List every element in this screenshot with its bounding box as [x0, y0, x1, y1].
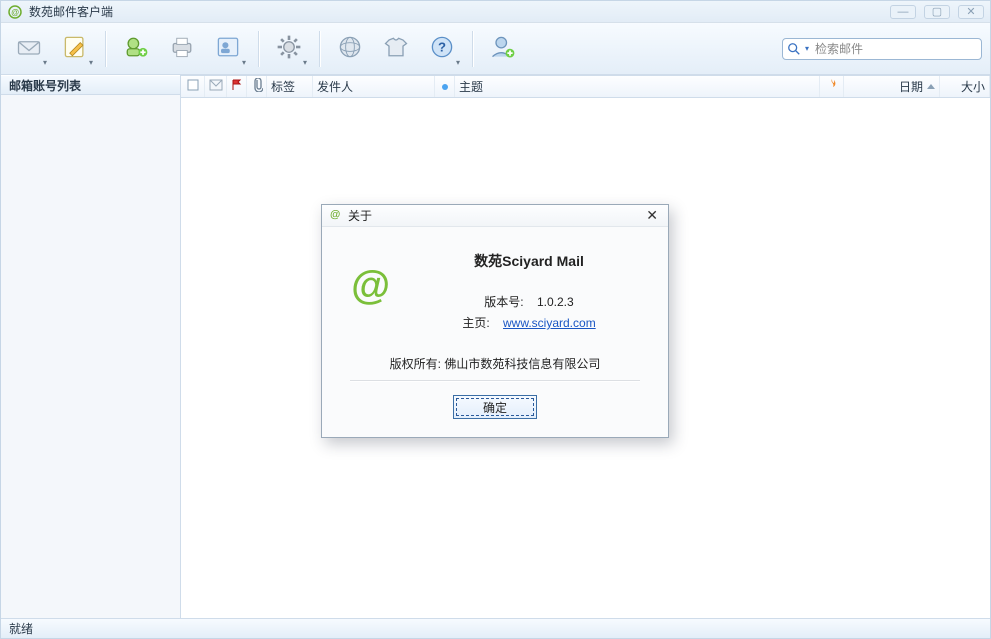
toolbar-separator: [319, 31, 320, 67]
dot-icon: [441, 80, 449, 94]
help-button[interactable]: ? ▾: [422, 29, 462, 69]
fetch-mail-button[interactable]: ▾: [9, 29, 49, 69]
tshirt-icon: [382, 33, 410, 64]
app-window: @ 数苑邮件客户端 — ▢ ✕ ▾ ▾: [0, 0, 991, 639]
fire-icon: [826, 78, 838, 95]
maximize-button[interactable]: ▢: [924, 5, 950, 19]
about-ok-button[interactable]: 确定: [453, 395, 537, 419]
help-icon: ?: [428, 33, 456, 64]
print-icon: [168, 33, 196, 64]
titlebar: @ 数苑邮件客户端 — ▢ ✕: [1, 1, 990, 23]
toolbar-separator: [258, 31, 259, 67]
gear-icon: [275, 33, 303, 64]
print-button[interactable]: [162, 29, 202, 69]
user-button[interactable]: [483, 29, 523, 69]
minimize-button[interactable]: —: [890, 5, 916, 19]
dialog-at-icon: @: [328, 207, 342, 224]
toolbar: ▾ ▾ ▾: [1, 23, 990, 75]
status-text: 就绪: [9, 620, 33, 637]
col-dot[interactable]: [435, 76, 455, 97]
sidebar: 邮箱账号列表: [1, 75, 181, 620]
sort-asc-icon: [927, 84, 935, 89]
add-account-icon: [122, 33, 150, 64]
about-copyright: 版权所有: 佛山市数苑科技信息有限公司: [346, 355, 644, 372]
toolbar-separator: [472, 31, 473, 67]
about-homepage-link[interactable]: www.sciyard.com: [503, 316, 596, 330]
about-product-name: 数苑Sciyard Mail: [414, 251, 644, 271]
dialog-titlebar: @ 关于 ✕: [322, 205, 668, 227]
search-input[interactable]: [813, 41, 977, 57]
sidebar-header: 邮箱账号列表: [1, 75, 180, 95]
col-flag[interactable]: [227, 76, 247, 97]
flag-icon: [231, 79, 243, 94]
svg-text:?: ?: [438, 39, 446, 54]
svg-text:@: @: [330, 209, 340, 221]
column-headers: 标签 发件人 主题 日期 大小: [181, 76, 990, 98]
col-date[interactable]: 日期: [844, 76, 940, 97]
mail-receive-icon: [15, 33, 43, 64]
about-version-label: 版本号:: [484, 293, 523, 310]
about-at-logo: @: [346, 263, 394, 311]
globe-icon: [336, 33, 364, 64]
about-dialog: @ 关于 ✕ @ 数苑Sciyard Mail 版本号: 1.0.2.3 主页:: [321, 204, 669, 438]
col-label[interactable]: 标签: [267, 76, 313, 97]
close-button[interactable]: ✕: [958, 5, 984, 19]
envelope-icon: [209, 79, 223, 94]
dialog-separator: [350, 380, 640, 381]
dialog-body: @ 数苑Sciyard Mail 版本号: 1.0.2.3 主页: www.sc…: [322, 227, 668, 437]
contacts-button[interactable]: ▾: [208, 29, 248, 69]
settings-button[interactable]: ▾: [269, 29, 309, 69]
about-version-value: 1.0.2.3: [537, 295, 574, 309]
web-button[interactable]: [330, 29, 370, 69]
app-title: 数苑邮件客户端: [29, 3, 113, 20]
col-read[interactable]: [205, 76, 227, 97]
status-bar: 就绪: [1, 618, 990, 638]
col-priority[interactable]: [820, 76, 844, 97]
svg-text:@: @: [11, 8, 19, 17]
skin-button[interactable]: [376, 29, 416, 69]
compose-button[interactable]: ▾: [55, 29, 95, 69]
window-controls: — ▢ ✕: [890, 5, 984, 19]
col-checkbox[interactable]: [181, 76, 205, 97]
user-add-icon: [489, 33, 517, 64]
app-at-icon: @: [7, 4, 23, 20]
about-homepage-label: 主页:: [462, 314, 489, 331]
add-account-button[interactable]: [116, 29, 156, 69]
col-attach[interactable]: [247, 76, 267, 97]
col-subject[interactable]: 主题: [455, 76, 820, 97]
paperclip-icon: [251, 78, 263, 95]
search-box[interactable]: ▾: [782, 38, 982, 60]
compose-icon: [61, 33, 89, 64]
svg-text:@: @: [350, 264, 389, 308]
dialog-close-button[interactable]: ✕: [642, 207, 662, 224]
col-size[interactable]: 大小: [940, 76, 990, 97]
contacts-icon: [214, 33, 242, 64]
checkbox-icon: [187, 79, 199, 94]
search-icon: [787, 42, 801, 56]
search-dropdown-icon[interactable]: ▾: [805, 44, 809, 53]
col-sender[interactable]: 发件人: [313, 76, 435, 97]
dialog-title: 关于: [348, 207, 372, 224]
toolbar-separator: [105, 31, 106, 67]
